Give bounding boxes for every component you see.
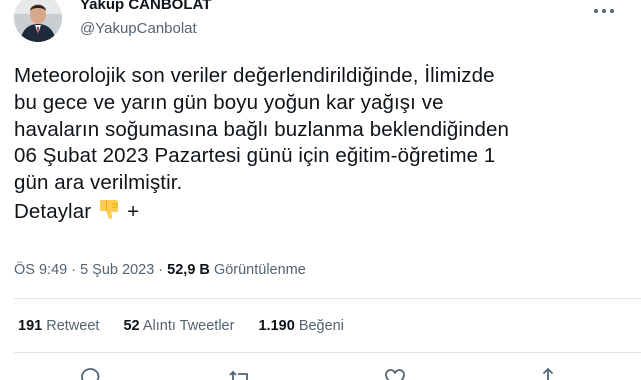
meta-separator: · (154, 262, 168, 278)
thumbs-down-icon (97, 197, 121, 229)
details-text: Detaylar (14, 199, 92, 223)
views-count: 52,9 B (167, 262, 210, 278)
quotes-stat[interactable]: 52 Alıntı Tweetler (123, 318, 234, 334)
likes-count: 1.190 (258, 318, 295, 334)
tweet-time[interactable]: ÖS 9:49 (14, 262, 67, 278)
retweet-icon[interactable] (228, 366, 252, 380)
likes-stat[interactable]: 1.190 Beğeni (258, 318, 343, 334)
tweet-line: havaların soğumasına bağlı buzlanma bekl… (14, 117, 510, 141)
more-options-icon[interactable] (591, 3, 617, 19)
tweet-line: bu gece ve yarın gün boyu yoğun kar yağı… (14, 90, 444, 114)
plus-text: + (127, 199, 140, 223)
tweet-line: gün ara verilmiştir. (14, 171, 183, 195)
retweets-label: Retweet (46, 318, 100, 334)
meta-separator: · (67, 262, 81, 278)
author-name[interactable]: Yakup CANBOLAT (80, 0, 211, 13)
share-icon[interactable] (536, 366, 560, 380)
tweet-last-line: Detaylar + (14, 197, 632, 229)
engagement-stats: 191 Retweet 52 Alıntı Tweetler 1.190 Beğ… (18, 318, 344, 334)
views-label: Görüntülenme (213, 262, 306, 278)
divider (14, 298, 641, 299)
tweet-line: 06 Şubat 2023 Pazartesi günü için eğitim… (14, 144, 496, 168)
tweet-meta: ÖS 9:49 · 5 Şub 2023 · 52,9 B Görüntülen… (14, 262, 306, 278)
tweet-line: Meteorolojik son veriler değerlendirildi… (14, 64, 495, 87)
reply-icon[interactable] (78, 366, 102, 380)
tweet-text: Meteorolojik son veriler değerlendirildi… (14, 63, 632, 229)
retweets-count: 191 (18, 318, 43, 334)
author-handle[interactable]: @YakupCanbolat (80, 20, 197, 37)
likes-label: Beğeni (298, 318, 344, 334)
tweet-date[interactable]: 5 Şub 2023 (80, 262, 154, 278)
quotes-count: 52 (123, 318, 140, 334)
divider (14, 352, 641, 353)
avatar[interactable] (14, 0, 62, 42)
quotes-label: Alıntı Tweetler (142, 318, 235, 334)
avatar-image (14, 0, 62, 42)
like-icon[interactable] (383, 366, 407, 380)
retweets-stat[interactable]: 191 Retweet (18, 318, 99, 334)
